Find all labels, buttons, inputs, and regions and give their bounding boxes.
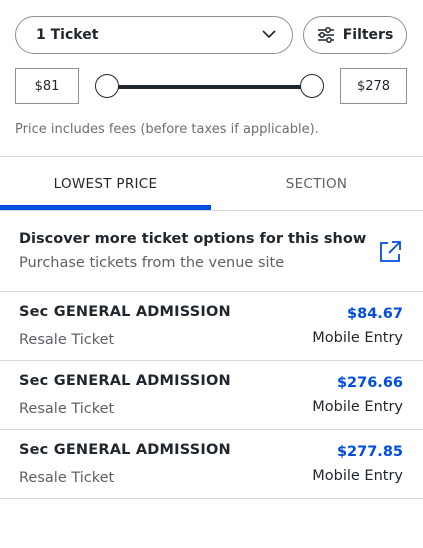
- listing-entry: Mobile Entry: [312, 330, 403, 346]
- min-price-input[interactable]: $81: [15, 68, 79, 104]
- filters-button[interactable]: Filters: [303, 16, 407, 54]
- listing-type: Resale Ticket: [19, 332, 115, 348]
- listing-section: Sec GENERAL ADMISSION: [19, 442, 231, 458]
- min-price-handle[interactable]: [95, 74, 119, 98]
- venue-link-subtitle: Purchase tickets from the venue site: [19, 255, 285, 271]
- listing-row[interactable]: Sec GENERAL ADMISSION Resale Ticket $84.…: [0, 292, 423, 360]
- tab-section[interactable]: SECTION: [211, 157, 422, 210]
- listing-row[interactable]: Sec GENERAL ADMISSION Resale Ticket $277…: [0, 430, 423, 498]
- venue-link-title: Discover more ticket options for this sh…: [19, 231, 367, 247]
- ticket-quantity-select[interactable]: 1 Ticket: [15, 16, 293, 54]
- filter-bar: 1 Ticket Filters $81 $278 Price includes…: [0, 0, 423, 156]
- price-range-track[interactable]: [107, 85, 312, 89]
- listing-entry: Mobile Entry: [312, 468, 403, 484]
- listing-row[interactable]: Sec GENERAL ADMISSION Resale Ticket $276…: [0, 361, 423, 429]
- listing-type: Resale Ticket: [19, 401, 115, 417]
- fee-note: Price includes fees (before taxes if app…: [15, 122, 319, 137]
- listing-section: Sec GENERAL ADMISSION: [19, 373, 231, 389]
- sliders-icon: [317, 27, 334, 43]
- listing-entry: Mobile Entry: [312, 399, 403, 415]
- listing-price: $277.85: [336, 444, 403, 460]
- listing-section: Sec GENERAL ADMISSION: [19, 304, 231, 320]
- ticket-quantity-value: 1 Ticket: [36, 27, 99, 43]
- venue-site-link[interactable]: Discover more ticket options for this sh…: [0, 211, 423, 291]
- filters-label: Filters: [342, 27, 394, 43]
- listing-price: $84.67: [347, 306, 403, 322]
- tab-lowest-price[interactable]: LOWEST PRICE: [0, 157, 211, 210]
- max-price-handle[interactable]: [300, 74, 324, 98]
- listing-price: $276.66: [336, 375, 403, 391]
- external-link-icon: [380, 241, 401, 262]
- divider: [0, 498, 423, 499]
- listing-type: Resale Ticket: [19, 470, 115, 486]
- chevron-down-icon: [262, 30, 276, 39]
- max-price-input[interactable]: $278: [340, 68, 407, 104]
